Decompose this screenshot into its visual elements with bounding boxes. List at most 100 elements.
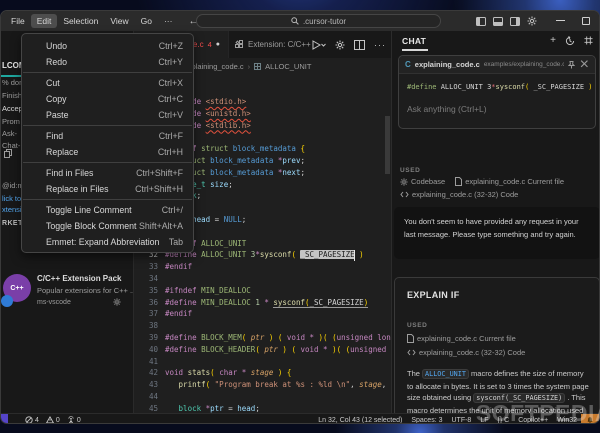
menu-item-label: Toggle Block Comment — [46, 221, 137, 231]
sidebar-text-fragment: Finish — [2, 91, 23, 100]
line-number: 35 — [148, 285, 158, 295]
symbol-icon — [254, 62, 262, 70]
menu-item-replace-in-files[interactable]: Replace in Files Ctrl+Shift+H — [22, 181, 193, 197]
status-spaces-3[interactable]: Spaces: 3 — [411, 417, 442, 424]
tab-modified-dot-icon: ● — [215, 41, 220, 48]
extension-manage-gear-icon[interactable] — [113, 298, 121, 306]
split-editor-icon[interactable] — [354, 39, 365, 50]
tab-chat[interactable]: CHAT — [402, 36, 426, 46]
explain-section-title[interactable]: EXPLAIN IF — [407, 290, 587, 300]
tab-extension[interactable]: Extension: C/C++ Extensi — [229, 31, 313, 58]
menu-item-undo[interactable]: Undo Ctrl+Z — [22, 38, 193, 54]
history-icon[interactable] — [565, 35, 575, 46]
vscode-window: FileEditSelectionViewGo··· ← → .cursor-t… — [0, 10, 600, 424]
pin-icon[interactable] — [567, 60, 575, 69]
context-chip-explaining-code-c-current-file[interactable]: explaining_code.c Current file — [407, 334, 516, 343]
command-center[interactable]: .cursor-tutor — [196, 14, 441, 28]
menu-item-copy[interactable]: Copy Ctrl+C — [22, 91, 193, 107]
menu-item-label: Replace — [46, 147, 79, 157]
sidebar-text-fragment: Accep — [2, 104, 23, 113]
code-line-text: block *ptr = head; — [178, 403, 260, 413]
toggle-secondary-sidebar-icon[interactable] — [510, 16, 520, 26]
close-icon[interactable]: × — [580, 56, 589, 74]
menu-item-shortcut: Ctrl+F — [158, 131, 183, 141]
menu-item-toggle-line-comment[interactable]: Toggle Line Comment Ctrl+/ — [22, 202, 193, 218]
menubar-go[interactable]: Go — [135, 14, 158, 28]
menu-item-emmet-expand-abbreviation[interactable]: Emmet: Expand Abbreviation Tab — [22, 234, 193, 250]
editor-actions: ··· — [312, 31, 386, 58]
menubar-view[interactable]: View — [104, 14, 134, 28]
open-in-editor-icon[interactable] — [584, 36, 593, 45]
code-line-text: void stats( char * stage ) { — [165, 368, 292, 378]
chat-composer[interactable]: C explaining_code.c examples/explaining_… — [398, 55, 596, 129]
extension-list-item[interactable]: C++ C/C++ Extension Pack Popular extensi… — [1, 271, 134, 323]
status-utf-8[interactable]: UTF-8 — [451, 417, 471, 424]
title-bar: FileEditSelectionViewGo··· ← → .cursor-t… — [1, 11, 599, 31]
code-line: 38 — [134, 320, 391, 332]
menu-item-label: Copy — [46, 94, 67, 104]
copy-icon[interactable] — [4, 149, 12, 158]
sidebar-text-fragment: Ask- — [2, 129, 17, 138]
menu-item-find-in-files[interactable]: Find in Files Ctrl+Shift+F — [22, 165, 193, 181]
menubar-[interactable]: ··· — [158, 14, 179, 28]
settings-gear-icon[interactable] — [335, 40, 345, 50]
chat-input[interactable]: Ask anything (Ctrl+L) — [399, 91, 595, 114]
maximize-button[interactable] — [582, 17, 590, 25]
menu-separator — [23, 199, 192, 200]
extension-badge-icon — [1, 295, 13, 307]
code-line-text: #define BLOCK_HEADER( ptr ) ( void * )( … — [165, 344, 391, 354]
menu-item-find[interactable]: Find Ctrl+F — [22, 128, 193, 144]
softpedia-watermark: SOFTPEDIA — [475, 400, 600, 426]
toggle-panel-icon[interactable] — [493, 16, 503, 26]
context-chip-explaining-code-c-current-file[interactable]: explaining_code.c Current file — [455, 177, 564, 186]
remote-indicator[interactable] — [1, 414, 8, 423]
menubar-selection[interactable]: Selection — [57, 14, 104, 28]
menubar-file[interactable]: File — [5, 14, 31, 28]
code-line: 44 — [134, 391, 391, 403]
context-file-chip[interactable]: C explaining_code.c examples/explaining_… — [399, 56, 595, 74]
menu-item-replace[interactable]: Replace Ctrl+H — [22, 144, 193, 160]
code-line-text: #endif — [165, 309, 193, 319]
breadcrumb-symbol[interactable]: ALLOC_UNIT — [265, 62, 311, 71]
status-ports-count: 0 — [76, 416, 81, 424]
menubar-edit[interactable]: Edit — [30, 14, 58, 28]
code-line: 33 #endif — [134, 261, 391, 273]
menu-item-cut[interactable]: Cut Ctrl+X — [22, 75, 193, 91]
tab-problems-badge: 4 — [207, 40, 212, 49]
context-chip-explaining-code-c-32-32-code[interactable]: explaining_code.c (32-32) Code — [400, 190, 518, 199]
menu-item-shortcut: Ctrl+Y — [158, 57, 183, 67]
used-row: explaining_code.c (32-32) Code — [407, 348, 587, 357]
menu-item-label: Find — [46, 131, 64, 141]
menu-item-redo[interactable]: Redo Ctrl+Y — [22, 54, 193, 70]
used-label: USED — [407, 322, 428, 329]
status-warning[interactable]: 0 — [45, 416, 60, 423]
chat-panel: CHAT + C explaining_code.c examples/expl… — [391, 31, 599, 423]
inline-code-link[interactable]: ALLOC_UNIT — [422, 369, 469, 379]
editor-scrollbar[interactable] — [385, 116, 390, 174]
menu-item-toggle-block-comment[interactable]: Toggle Block Comment Shift+Alt+A — [22, 218, 193, 234]
chat-header: CHAT + — [392, 31, 599, 55]
context-chip-codebase[interactable]: Codebase — [400, 177, 445, 186]
toggle-sidebar-icon[interactable] — [476, 16, 486, 26]
c-file-icon: C — [405, 60, 411, 69]
line-number: 36 — [148, 297, 158, 307]
new-chat-plus-icon[interactable]: + — [550, 35, 556, 46]
more-actions-icon[interactable]: ··· — [374, 40, 386, 50]
status-ports[interactable]: 0 — [67, 416, 81, 424]
status-ln-32-col-43-12-selected[interactable]: Ln 32, Col 43 (12 selected) — [318, 417, 402, 424]
codebase-icon — [400, 177, 408, 186]
status-error[interactable]: 4 — [25, 416, 39, 423]
minimize-button[interactable] — [556, 20, 565, 21]
menu-item-paste[interactable]: Paste Ctrl+V — [22, 107, 193, 123]
extension-description: Popular extensions for C++ ... — [37, 286, 134, 295]
line-number: 40 — [148, 344, 158, 354]
line-number: 37 — [148, 309, 158, 319]
layout-controls — [476, 11, 537, 31]
line-number: 43 — [148, 380, 158, 390]
context-chip-explaining-code-c-32-32-code[interactable]: explaining_code.c (32-32) Code — [407, 348, 525, 357]
run-debug-icon[interactable] — [312, 39, 326, 50]
context-chip-label: explaining_code.c Current file — [465, 177, 565, 186]
line-number: 33 — [148, 262, 158, 272]
menu-separator — [23, 72, 192, 73]
customize-layout-gear-icon[interactable] — [527, 16, 537, 26]
